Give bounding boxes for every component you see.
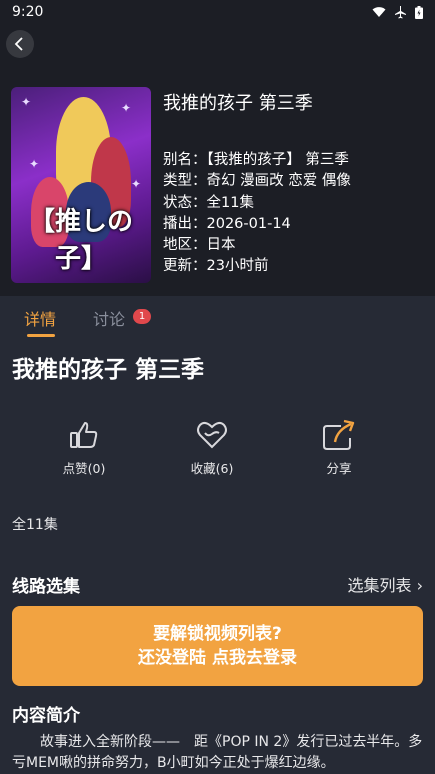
like-count-label: 点赞(0) <box>62 461 106 476</box>
sparkle-icon: ✦ <box>121 101 132 115</box>
wifi-icon <box>372 7 386 17</box>
episode-list-link[interactable]: 选集列表 › <box>348 572 424 597</box>
route-section-header: 线路选集 选集列表 › <box>12 572 423 597</box>
share-button[interactable]: 分享 <box>299 418 379 477</box>
synopsis-text: 故事进入全新阶段—— 距《POP IN 2》发行已过去半年。多亏MEM啾的拼命努… <box>12 734 423 771</box>
favorite-count-label: 收藏(6) <box>190 461 234 476</box>
login-prompt-button[interactable]: 要解锁视频列表? 还没登陆 点我去登录 <box>12 606 423 686</box>
detail-panel: 详情 讨论 1 我推的孩子 第三季 点赞(0) 收藏(6) 分享 全11集 线路… <box>0 296 435 773</box>
chevron-left-icon <box>14 37 23 51</box>
share-label: 分享 <box>326 461 352 476</box>
battery-icon <box>415 5 423 19</box>
tab-bar: 详情 讨论 1 <box>0 296 435 340</box>
login-prompt-line2: 还没登陆 点我去登录 <box>138 648 297 668</box>
tab-discussion[interactable]: 讨论 <box>93 306 125 330</box>
poster-image[interactable]: ✦ ✦ ✦ ✦ ✦ ✦ 【推しの子】 <box>11 87 151 283</box>
status-bar: 9:20 <box>0 0 435 24</box>
info-updated: 更新：23小时前 <box>163 258 269 275</box>
favorite-button[interactable]: 收藏(6) <box>172 418 252 477</box>
route-section-title: 线路选集 <box>12 577 80 597</box>
info-airdate: 播出：2026-01-14 <box>163 215 291 232</box>
status-time: 9:20 <box>12 4 44 20</box>
tab-details[interactable]: 详情 <box>24 306 56 330</box>
info-alias: 别名：【我推的孩子】 第三季 <box>163 152 349 168</box>
info-list: 别名：【我推的孩子】 第三季 类型：奇幻 漫画改 恋爱 偶像 状态：全11集 播… <box>163 150 351 278</box>
status-icons <box>372 5 423 19</box>
sparkle-icon: ✦ <box>21 95 32 109</box>
back-button[interactable] <box>6 30 34 58</box>
episode-count: 全11集 <box>12 517 58 533</box>
active-tab-indicator <box>27 334 55 337</box>
poster-logo-text: 【推しの子】 <box>28 207 133 274</box>
login-prompt-line1: 要解锁视频列表? <box>153 624 282 644</box>
info-region: 地区：日本 <box>163 237 236 254</box>
sparkle-icon: ✦ <box>131 177 142 191</box>
like-button[interactable]: 点赞(0) <box>44 418 124 477</box>
page-title: 我推的孩子 第三季 <box>12 357 205 383</box>
synopsis-title: 内容简介 <box>12 706 80 726</box>
discussion-count-badge: 1 <box>133 309 151 324</box>
info-status: 状态：全11集 <box>163 194 254 211</box>
info-genre: 类型：奇幻 漫画改 恋爱 偶像 <box>163 173 351 190</box>
sparkle-icon: ✦ <box>29 157 40 171</box>
series-title: 我推的孩子 第三季 <box>163 93 313 114</box>
share-icon <box>323 419 355 450</box>
airplane-icon <box>395 5 406 18</box>
action-bar: 点赞(0) 收藏(6) 分享 <box>0 418 435 478</box>
heart-icon <box>197 421 227 449</box>
thumbs-up-icon <box>70 422 98 448</box>
